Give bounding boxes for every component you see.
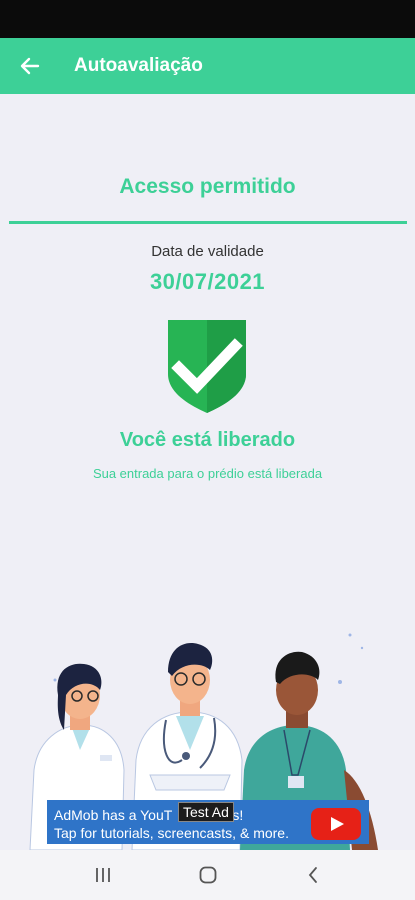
home-button[interactable] [188,855,228,895]
access-submessage: Sua entrada para o prédio está liberada [92,466,323,481]
access-message: Você está liberado [119,429,296,451]
validity-label: Data de validade [151,243,264,260]
test-ad-tag: Test Ad [178,802,234,822]
access-status-title: Acesso permitido [119,175,296,198]
recent-apps-button[interactable] [83,855,123,895]
status-bar [0,0,415,38]
shield-check-icon [168,320,246,413]
validity-date: 30/07/2021 [149,269,266,294]
home-icon [199,866,216,884]
divider [9,221,407,224]
app-bar: Autoavaliação [0,38,415,94]
arrow-left-icon [20,57,40,75]
page-title: Autoavaliação [74,55,203,76]
youtube-play-icon [311,808,361,840]
navigation-bar [0,850,415,900]
back-nav-button[interactable] [293,855,333,895]
ad-banner[interactable]: AdMob has a YouT s! Tap for tutorials, sc… [47,800,369,844]
back-button[interactable] [2,38,58,94]
ad-line-1-tail: s! [232,807,244,823]
ad-line-1-head: AdMob has a YouT [54,807,173,823]
recent-apps-icon [95,868,110,882]
chevron-left-icon [308,867,317,883]
